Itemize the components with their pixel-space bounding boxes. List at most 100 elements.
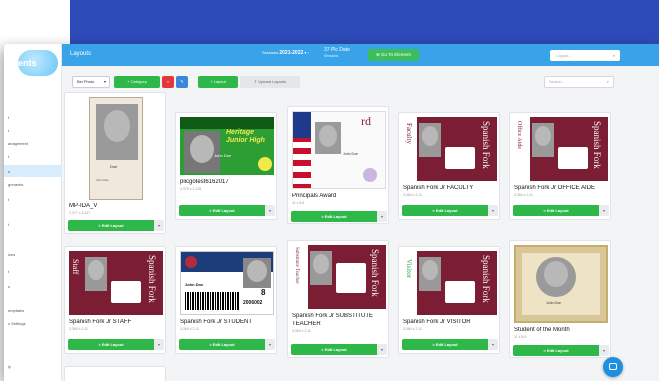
role-text: Staff: [71, 259, 80, 275]
layout-card-title: Spanish Fork Jr STAFF: [69, 319, 132, 325]
head-silhouette: [422, 126, 438, 146]
layout-options-dropdown[interactable]: ▾: [488, 339, 498, 350]
school-name-text: Heritage Junior High: [226, 129, 265, 144]
add-layout-button[interactable]: + Layout: [198, 76, 238, 88]
head-silhouette: [313, 254, 329, 274]
session-value: 2021-2022: [279, 50, 304, 56]
layout-card[interactable]: [64, 366, 166, 381]
layout-card-title: MP-IDA_V: [69, 203, 98, 209]
layout-options-dropdown[interactable]: ▾: [488, 205, 498, 216]
layout-card-size: 3.364 x 2.11: [69, 327, 89, 331]
add-category-button[interactable]: + Category: [114, 76, 160, 88]
sidebar-item[interactable]: t: [8, 197, 9, 202]
sidebar-item[interactable]: emplates: [8, 308, 24, 313]
layout-thumbnail[interactable]: rd John Doe: [292, 111, 386, 189]
logo-badge: [111, 281, 141, 303]
layout-card[interactable]: John Doe 8 2006002 Spanish Fork Jr STUDE…: [175, 246, 277, 354]
layout-card-size: 11 x 8.5: [292, 201, 305, 205]
logo-badge: [558, 147, 588, 169]
layout-thumbnail[interactable]: Spanish Fork Office Aide: [514, 117, 608, 181]
head-silhouette: [319, 125, 337, 147]
layout-card-size: 3.364 x 2.11: [514, 193, 534, 197]
layout-thumbnail[interactable]: John Doe 8 2006002: [180, 251, 274, 315]
layout-thumbnail[interactable]: Spanish Fork Staff: [69, 251, 163, 315]
layout-search-input[interactable]: Search... ⌕: [544, 76, 614, 88]
page-title: Layouts: [70, 51, 92, 57]
role-text: Office Aide: [516, 121, 522, 150]
layout-thumbnail[interactable]: Spanish Fork Substitute Teacher: [292, 245, 386, 309]
layout-card[interactable]: Spanish Fork Visitor Spanish Fork Jr VIS…: [398, 246, 500, 354]
school-name-text: Spanish Fork: [147, 255, 157, 303]
sidebar-item[interactable]: t: [8, 115, 9, 120]
edit-layout-button[interactable]: > Edit Layout: [68, 220, 154, 231]
plc-date-selector[interactable]: 37 Plc Date Sessions: [324, 47, 350, 59]
layout-card[interactable]: Spanish Fork Substitute Teacher Spanish …: [287, 240, 389, 358]
edit-layout-button[interactable]: > Edit Layout: [68, 339, 154, 350]
layout-card[interactable]: Spanish Fork Office Aide Spanish Fork Jr…: [509, 112, 611, 220]
sidebar-item[interactable]: t: [8, 269, 9, 274]
layout-card[interactable]: Heritage Junior High John Doe plicgotest…: [175, 112, 277, 220]
delete-category-button[interactable]: ×: [162, 76, 174, 88]
layout-card-title: Principals Award: [292, 193, 337, 199]
layout-thumbnail[interactable]: Spanish Fork Faculty: [403, 117, 497, 181]
sidebar-item[interactable]: c Settings: [8, 321, 26, 326]
layout-card[interactable]: John Doe Student of the Month 11 x 8.5 >…: [509, 240, 611, 358]
edit-layout-button[interactable]: > Edit Layout: [402, 339, 488, 350]
top-search-input[interactable]: Logout... ⌕: [550, 50, 620, 61]
brand-text: ments: [10, 58, 37, 68]
layout-card[interactable]: Spanish Fork Faculty Spanish Fork Jr FAC…: [398, 112, 500, 220]
category-select[interactable]: Bel Photo ▾: [72, 76, 110, 88]
student-id: 2006002: [243, 300, 263, 306]
sidebar-item[interactable]: s: [8, 284, 10, 289]
school-name-text: Spanish Fork: [481, 121, 491, 169]
sidebar-item[interactable]: ly: [8, 364, 11, 369]
layout-thumbnail[interactable]: Heritage Junior High John Doe: [180, 117, 274, 175]
logo-badge: [445, 147, 475, 169]
sidebar-item[interactable]: ices: [8, 252, 15, 257]
sidebar-item[interactable]: t: [8, 222, 9, 227]
layout-card-size: 3.364 x 2.11: [292, 329, 312, 333]
layout-thumbnail[interactable]: Spanish Fork Visitor: [403, 251, 497, 315]
layout-options-dropdown[interactable]: ▾: [599, 205, 609, 216]
sidebar-item[interactable]: gnments: [8, 182, 23, 187]
layout-options-dropdown[interactable]: ▾: [377, 211, 387, 222]
layout-card[interactable]: Doe John Doe MP-IDA_V 2.377 x 3.427 > Ed…: [64, 92, 166, 234]
layout-options-dropdown[interactable]: ▾: [154, 339, 164, 350]
layout-card[interactable]: rd John Doe Principals Award 11 x 8.5 > …: [287, 106, 389, 224]
sidebar-item[interactable]: t: [8, 154, 9, 159]
layout-card-title-line2: TEACHER: [292, 321, 321, 327]
sidebar-item[interactable]: anagement: [8, 141, 28, 146]
head-silhouette: [422, 260, 438, 280]
sidebar-item[interactable]: t: [8, 128, 9, 133]
edit-layout-button[interactable]: > Edit Layout: [179, 205, 265, 216]
edit-layout-button[interactable]: > Edit Layout: [513, 205, 599, 216]
layout-card-size: 3.364 x 2.11: [403, 327, 423, 331]
layout-options-dropdown[interactable]: ▾: [265, 205, 275, 216]
grade-number: 8: [261, 288, 266, 297]
layout-options-dropdown[interactable]: ▾: [154, 220, 164, 231]
sidebar-item-layouts[interactable]: e: [8, 169, 10, 174]
layout-thumbnail[interactable]: John Doe: [514, 245, 608, 323]
session-selector[interactable]: Sessions 2021-2022 ▾ ›: [262, 50, 309, 56]
mascot-icon: [258, 157, 272, 171]
layout-thumbnail[interactable]: Doe John Doe: [89, 97, 143, 200]
edit-layout-button[interactable]: > Edit Layout: [179, 339, 265, 350]
thumb-name: John Doe: [214, 153, 232, 158]
layout-card-title: Spanish Fork Jr OFFICE AIDE: [514, 185, 596, 191]
go-to-element-button[interactable]: ⊕ Go To Element: [368, 49, 419, 61]
thumb-name-full: John Doe: [96, 178, 109, 182]
edit-layout-button[interactable]: > Edit Layout: [291, 211, 377, 222]
layout-options-dropdown[interactable]: ▾: [265, 339, 275, 350]
upload-layouts-button[interactable]: ⇪ Upload Layouts: [240, 76, 300, 88]
layout-card[interactable]: Spanish Fork Staff Spanish Fork Jr STAFF…: [64, 246, 166, 354]
edit-category-button[interactable]: ✎: [176, 76, 188, 88]
edit-layout-button[interactable]: > Edit Layout: [513, 345, 599, 356]
head-silhouette: [247, 260, 267, 282]
layout-options-dropdown[interactable]: ▾: [377, 344, 387, 355]
layout-options-dropdown[interactable]: ▾: [599, 345, 609, 356]
edit-layout-button[interactable]: > Edit Layout: [402, 205, 488, 216]
chat-button[interactable]: [603, 357, 623, 377]
head-silhouette: [535, 126, 551, 146]
head-silhouette: [544, 261, 568, 287]
edit-layout-button[interactable]: > Edit Layout: [291, 344, 377, 355]
